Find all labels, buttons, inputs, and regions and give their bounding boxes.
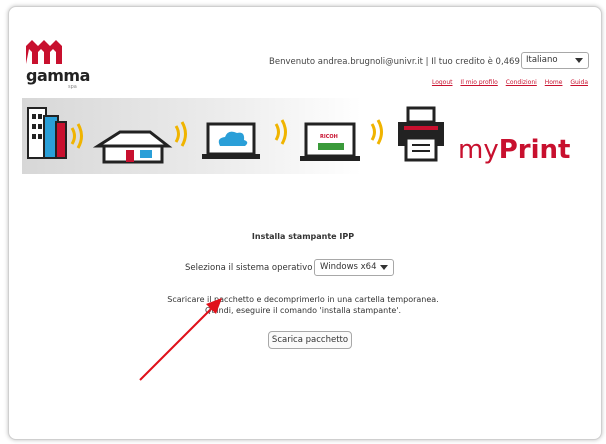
annotation-arrow [139,298,222,381]
